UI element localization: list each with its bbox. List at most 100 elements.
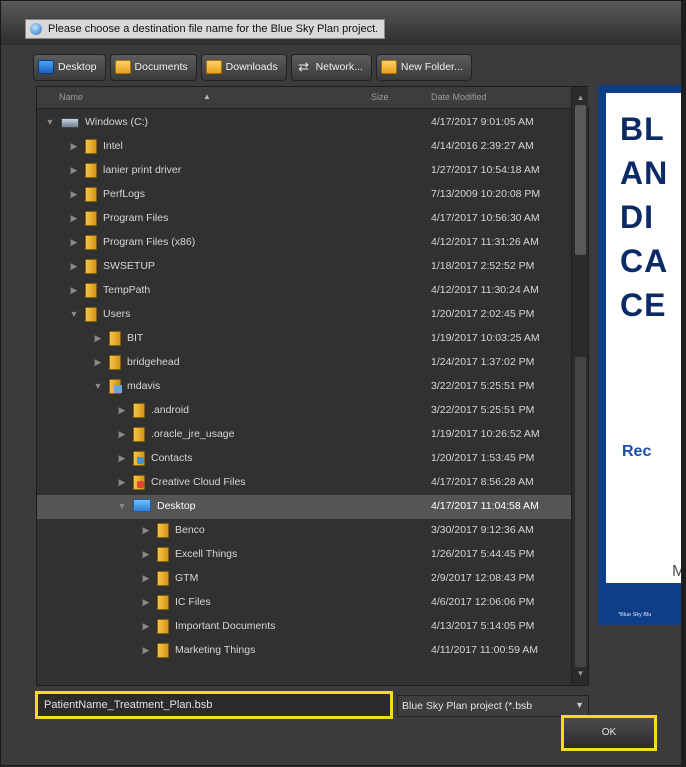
folder-icon bbox=[85, 211, 97, 226]
file-row[interactable]: ▶ Creative Cloud Files 4/17/2017 8:56:28 A… bbox=[37, 471, 571, 495]
folder-icon bbox=[109, 355, 121, 370]
toolbar: Desktop Documents Downloads ⇄ Network...… bbox=[33, 51, 472, 83]
file-name: Windows (C:) bbox=[85, 116, 149, 128]
collapsed-arrow-icon[interactable]: ▶ bbox=[69, 165, 79, 176]
drive-icon bbox=[61, 118, 79, 128]
column-date-modified[interactable]: Date Modified bbox=[431, 92, 487, 102]
file-row[interactable]: ▶ IC Files 4/6/2017 12:06:06 PM bbox=[37, 591, 571, 615]
file-date: 4/13/2017 5:14:05 PM bbox=[431, 620, 535, 632]
folder-icon bbox=[109, 379, 122, 394]
file-date: 1/20/2017 2:02:45 PM bbox=[431, 308, 535, 320]
folder-icon bbox=[85, 307, 97, 322]
network-button[interactable]: ⇄ Network... bbox=[290, 53, 372, 81]
file-row[interactable]: ▶ Contacts 1/20/2017 1:53:45 PM bbox=[37, 447, 571, 471]
desktop-icon bbox=[38, 60, 54, 74]
file-name: Desktop bbox=[157, 500, 196, 512]
collapsed-arrow-icon[interactable]: ▶ bbox=[141, 573, 151, 584]
file-browser: Name ▲ Size Date Modified ▼ Windows (C:) 4… bbox=[36, 86, 590, 686]
collapsed-arrow-icon[interactable]: ▶ bbox=[141, 597, 151, 608]
file-row[interactable]: ▶ PerfLogs 7/13/2009 10:20:08 PM bbox=[37, 183, 571, 207]
file-date: 4/6/2017 12:06:06 PM bbox=[431, 596, 535, 608]
file-name: IC Files bbox=[175, 596, 211, 608]
filename-input[interactable]: PatientName_Treatment_Plan.bsb bbox=[35, 691, 393, 719]
filetype-select[interactable]: Blue Sky Plan project (*.bsb ▼ bbox=[397, 695, 589, 717]
file-row[interactable]: ▼ Users 1/20/2017 2:02:45 PM bbox=[37, 303, 571, 327]
expanded-arrow-icon[interactable]: ▼ bbox=[117, 501, 127, 511]
file-row[interactable]: ▼ Desktop 4/17/2017 11:04:58 AM bbox=[37, 495, 571, 519]
collapsed-arrow-icon[interactable]: ▶ bbox=[141, 525, 151, 536]
chevron-down-icon: ▼ bbox=[575, 700, 584, 710]
collapsed-arrow-icon[interactable]: ▶ bbox=[141, 645, 151, 656]
file-row[interactable]: ▶ lanier print driver 1/27/2017 10:54:18 A… bbox=[37, 159, 571, 183]
expanded-arrow-icon[interactable]: ▼ bbox=[69, 309, 79, 319]
collapsed-arrow-icon[interactable]: ▶ bbox=[141, 549, 151, 560]
file-row[interactable]: ▼ Windows (C:) 4/17/2017 9:01:05 AM bbox=[37, 111, 571, 135]
filename-value: PatientName_Treatment_Plan.bsb bbox=[44, 699, 213, 711]
collapsed-arrow-icon[interactable]: ▶ bbox=[93, 333, 103, 344]
documents-button[interactable]: Documents bbox=[109, 53, 197, 81]
file-row[interactable]: ▶ Intel 4/14/2016 2:39:27 AM bbox=[37, 135, 571, 159]
new-folder-button[interactable]: New Folder... bbox=[375, 53, 472, 81]
window-edge bbox=[681, 1, 686, 767]
collapsed-arrow-icon[interactable]: ▶ bbox=[117, 429, 127, 440]
preview-subtitle: Rec bbox=[622, 443, 652, 460]
file-name: Program Files (x86) bbox=[103, 236, 196, 248]
file-name: mdavis bbox=[127, 380, 161, 392]
network-button-label: Network... bbox=[315, 61, 363, 73]
file-row[interactable]: ▶ Important Documents 4/13/2017 5:14:05 PM bbox=[37, 615, 571, 639]
column-size[interactable]: Size bbox=[371, 92, 389, 102]
collapsed-arrow-icon[interactable]: ▶ bbox=[117, 477, 127, 488]
file-row[interactable]: ▶ BIT 1/19/2017 10:03:25 AM bbox=[37, 327, 571, 351]
file-row[interactable]: ▶ Excell Things 1/26/2017 5:44:45 PM bbox=[37, 543, 571, 567]
downloads-button[interactable]: Downloads bbox=[200, 53, 287, 81]
expanded-arrow-icon[interactable]: ▼ bbox=[93, 381, 103, 391]
scroll-down-icon[interactable]: ▼ bbox=[572, 667, 589, 681]
vertical-scrollbar[interactable]: ▲ ▼ bbox=[571, 87, 588, 685]
file-row[interactable]: ▶ TempPath 4/12/2017 11:30:24 AM bbox=[37, 279, 571, 303]
window-title-text: Please choose a destination file name fo… bbox=[48, 23, 379, 35]
file-row[interactable]: ▶ Program Files 4/17/2017 10:56:30 AM bbox=[37, 207, 571, 231]
file-row[interactable]: ▶ .oracle_jre_usage 1/19/2017 10:26:52 AM bbox=[37, 423, 571, 447]
collapsed-arrow-icon[interactable]: ▶ bbox=[141, 621, 151, 632]
collapsed-arrow-icon[interactable]: ▶ bbox=[69, 285, 79, 296]
file-name: .android bbox=[151, 404, 189, 416]
window-title: Please choose a destination file name fo… bbox=[25, 19, 386, 39]
ok-button-label: OK bbox=[601, 727, 617, 738]
collapsed-arrow-icon[interactable]: ▶ bbox=[93, 357, 103, 368]
file-date: 1/20/2017 1:53:45 PM bbox=[431, 452, 535, 464]
file-row[interactable]: ▶ SWSETUP 1/18/2017 2:52:52 PM bbox=[37, 255, 571, 279]
file-row[interactable]: ▼ mdavis 3/22/2017 5:25:51 PM bbox=[37, 375, 571, 399]
folder-icon bbox=[85, 163, 97, 178]
downloads-button-label: Downloads bbox=[225, 61, 278, 73]
expanded-arrow-icon[interactable]: ▼ bbox=[45, 117, 55, 127]
column-name[interactable]: Name bbox=[59, 92, 83, 102]
file-name: SWSETUP bbox=[103, 260, 155, 272]
collapsed-arrow-icon[interactable]: ▶ bbox=[69, 261, 79, 272]
file-name: lanier print driver bbox=[103, 164, 182, 176]
collapsed-arrow-icon[interactable]: ▶ bbox=[117, 453, 127, 464]
file-date: 2/9/2017 12:08:43 PM bbox=[431, 572, 535, 584]
file-row[interactable]: ▶ GTM 2/9/2017 12:08:43 PM bbox=[37, 567, 571, 591]
file-row[interactable]: ▶ bridgehead 1/24/2017 1:37:02 PM bbox=[37, 351, 571, 375]
collapsed-arrow-icon[interactable]: ▶ bbox=[69, 213, 79, 224]
scroll-up-icon[interactable]: ▲ bbox=[572, 91, 589, 105]
desktop-button[interactable]: Desktop bbox=[33, 53, 106, 81]
file-date: 7/13/2009 10:20:08 PM bbox=[431, 188, 541, 200]
preview-line-1: BL bbox=[620, 111, 665, 147]
documents-button-label: Documents bbox=[134, 61, 188, 73]
collapsed-arrow-icon[interactable]: ▶ bbox=[69, 189, 79, 200]
collapsed-arrow-icon[interactable]: ▶ bbox=[69, 141, 79, 152]
file-row[interactable]: ▶ Benco 3/30/2017 9:12:36 AM bbox=[37, 519, 571, 543]
file-row[interactable]: ▶ .android 3/22/2017 5:25:51 PM bbox=[37, 399, 571, 423]
file-date: 1/18/2017 2:52:52 PM bbox=[431, 260, 535, 272]
folder-icon bbox=[157, 595, 169, 610]
ok-button[interactable]: OK bbox=[561, 715, 657, 751]
collapsed-arrow-icon[interactable]: ▶ bbox=[117, 405, 127, 416]
file-row[interactable]: ▶ Program Files (x86) 4/12/2017 11:31:26 A… bbox=[37, 231, 571, 255]
file-name: TempPath bbox=[103, 284, 151, 296]
collapsed-arrow-icon[interactable]: ▶ bbox=[69, 237, 79, 248]
file-name: Users bbox=[103, 308, 131, 320]
save-dialog: Please choose a destination file name fo… bbox=[0, 0, 686, 767]
scroll-thumb[interactable] bbox=[575, 105, 586, 255]
file-row[interactable]: ▶ Marketing Things 4/11/2017 11:00:59 AM bbox=[37, 639, 571, 663]
